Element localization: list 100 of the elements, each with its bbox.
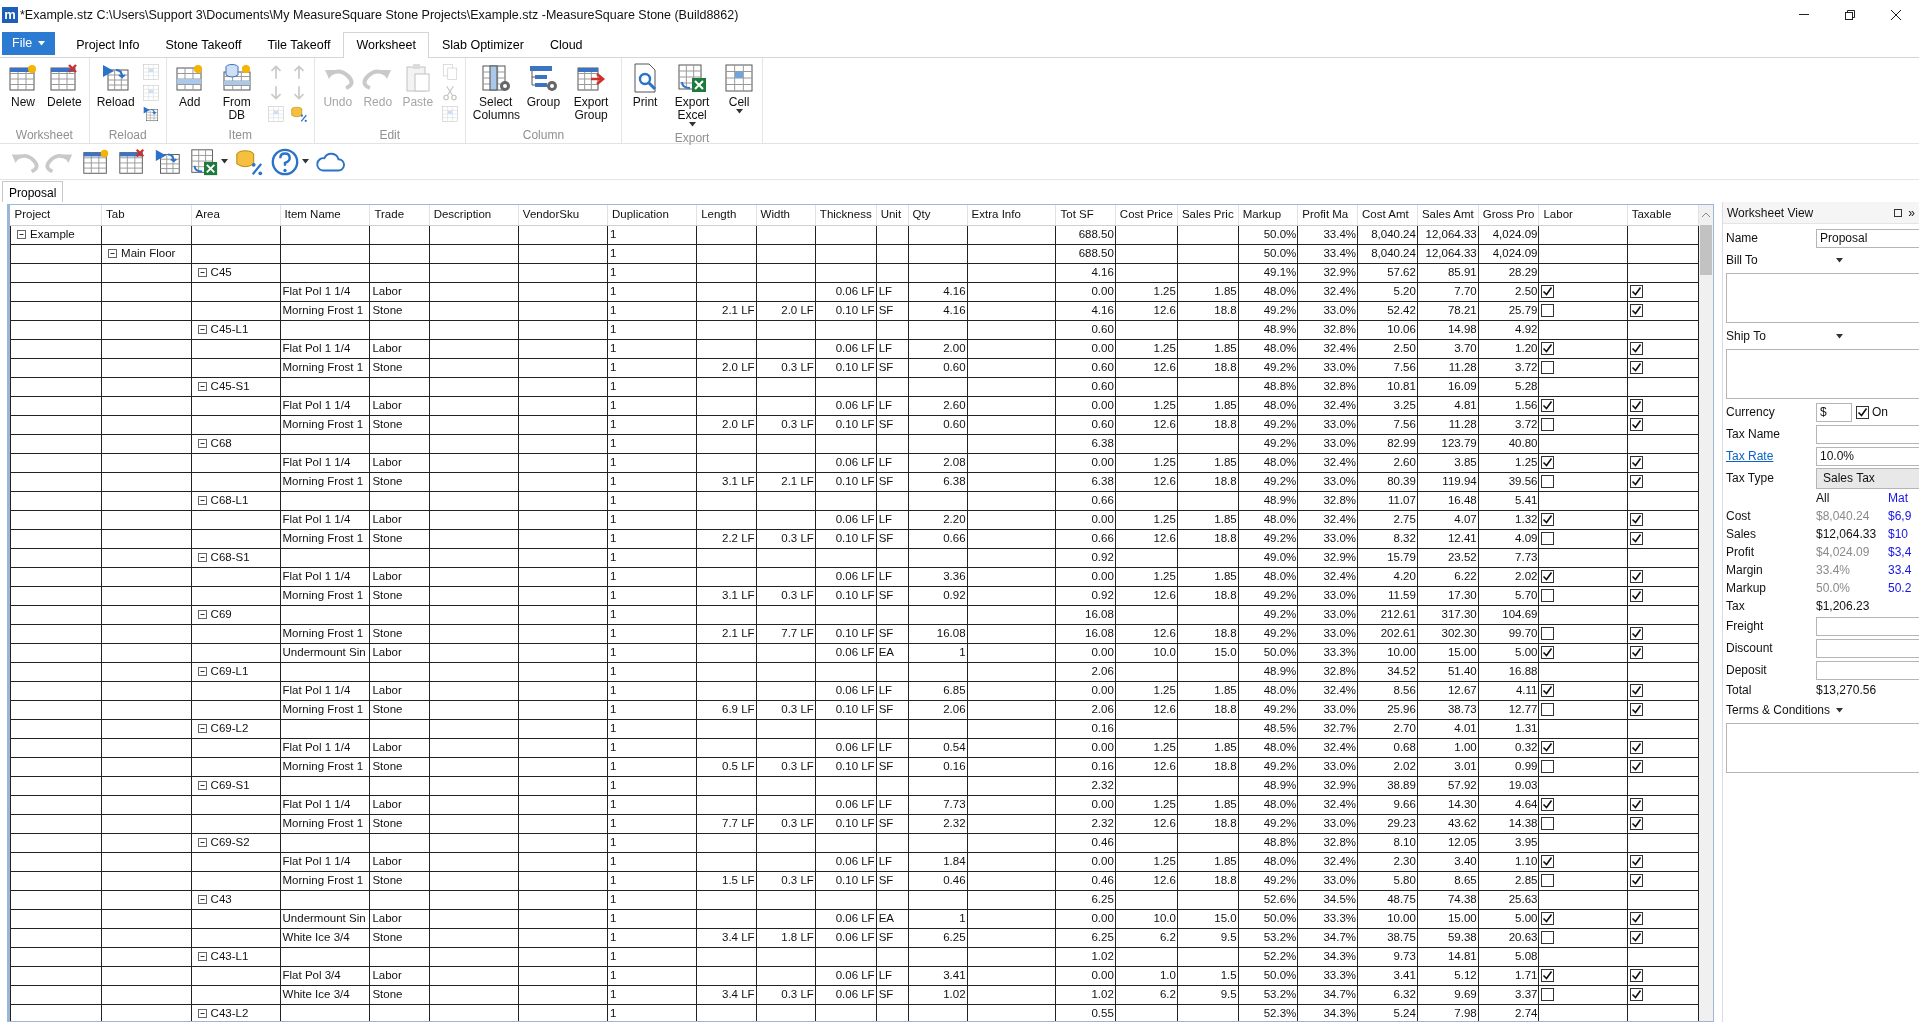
checkbox[interactable] bbox=[1541, 760, 1555, 774]
column-header[interactable]: Project bbox=[10, 205, 102, 225]
checkbox[interactable] bbox=[1629, 342, 1643, 356]
column-header[interactable]: Qty bbox=[908, 205, 968, 225]
checkbox[interactable] bbox=[1629, 399, 1643, 413]
checkbox[interactable] bbox=[1629, 513, 1643, 527]
collapse-icon[interactable] bbox=[197, 552, 207, 562]
ribbon-button[interactable]: Reload bbox=[93, 60, 138, 111]
ribbon-button[interactable]: Add bbox=[170, 60, 209, 111]
checkbox[interactable] bbox=[1541, 912, 1555, 926]
checkbox[interactable] bbox=[1629, 760, 1643, 774]
column-header[interactable]: Gross Pro bbox=[1478, 205, 1539, 225]
checkbox[interactable] bbox=[1541, 684, 1555, 698]
collapse-icon[interactable] bbox=[197, 780, 207, 790]
checkbox[interactable] bbox=[1629, 570, 1643, 584]
column-header[interactable]: Extra Info bbox=[967, 205, 1056, 225]
collapse-icon[interactable] bbox=[197, 951, 207, 961]
checkbox[interactable] bbox=[1629, 456, 1643, 470]
ribbon-tab[interactable]: Stone Takeoff bbox=[152, 32, 255, 58]
checkbox[interactable] bbox=[1629, 418, 1643, 432]
square-icon[interactable] bbox=[1894, 208, 1903, 217]
checkbox[interactable] bbox=[1629, 912, 1643, 926]
checkbox[interactable] bbox=[1629, 817, 1643, 831]
checkbox[interactable] bbox=[1629, 361, 1643, 375]
ribbon-button[interactable]: Delete bbox=[44, 60, 85, 111]
checkbox[interactable] bbox=[1541, 513, 1555, 527]
checkbox[interactable] bbox=[1629, 741, 1643, 755]
checkbox[interactable] bbox=[1629, 475, 1643, 489]
column-header[interactable]: Tab bbox=[101, 205, 192, 225]
input-field[interactable] bbox=[1816, 638, 1919, 658]
column-header[interactable]: Labor bbox=[1538, 205, 1628, 225]
input-field[interactable]: Proposal bbox=[1816, 228, 1919, 248]
checkbox[interactable] bbox=[1629, 304, 1643, 318]
hide-panel-button[interactable]: » bbox=[1908, 203, 1915, 222]
checkbox[interactable] bbox=[1541, 988, 1555, 1002]
column-header[interactable]: Description bbox=[429, 205, 519, 225]
checkbox[interactable] bbox=[1629, 684, 1643, 698]
checkbox[interactable] bbox=[1541, 342, 1555, 356]
collapse-icon[interactable] bbox=[197, 267, 207, 277]
input-field[interactable]: 10.0% bbox=[1816, 446, 1919, 466]
checkbox[interactable] bbox=[1541, 532, 1555, 546]
column-header[interactable]: Tot SF bbox=[1056, 205, 1116, 225]
checkbox[interactable] bbox=[1541, 570, 1555, 584]
checkbox[interactable] bbox=[1629, 855, 1643, 869]
checkbox[interactable] bbox=[1541, 627, 1555, 641]
checkbox[interactable] bbox=[1629, 798, 1643, 812]
collapse-icon[interactable] bbox=[108, 248, 118, 258]
column-header[interactable]: Sales Amt bbox=[1417, 205, 1479, 225]
file-menu-button[interactable]: File bbox=[2, 32, 56, 55]
checkbox[interactable] bbox=[1541, 285, 1555, 299]
input-field[interactable] bbox=[1816, 424, 1919, 444]
checkbox[interactable] bbox=[1541, 304, 1555, 318]
collapse-icon[interactable] bbox=[197, 438, 207, 448]
ribbon-button[interactable]: Select Columns bbox=[469, 60, 522, 124]
collapse-icon[interactable] bbox=[197, 1008, 207, 1018]
column-header[interactable]: Cost Price bbox=[1115, 205, 1178, 225]
ribbon-tab[interactable]: Worksheet bbox=[343, 32, 429, 58]
column-header[interactable]: Sales Pric bbox=[1177, 205, 1239, 225]
checkbox[interactable] bbox=[1629, 627, 1643, 641]
checkbox[interactable] bbox=[1541, 874, 1555, 888]
checkbox[interactable] bbox=[1629, 969, 1643, 983]
close-icon[interactable] bbox=[1891, 10, 1901, 20]
checkbox[interactable] bbox=[1629, 988, 1643, 1002]
ribbon-tab[interactable]: Cloud bbox=[536, 32, 596, 58]
currency-dropdown[interactable]: $ bbox=[1816, 402, 1852, 422]
collapse-icon[interactable] bbox=[197, 666, 207, 676]
collapse-icon[interactable] bbox=[197, 894, 207, 904]
ribbon-button[interactable]: Export Excel bbox=[666, 60, 719, 129]
checkbox[interactable] bbox=[1629, 931, 1643, 945]
checkbox[interactable] bbox=[1629, 532, 1643, 546]
collapse-icon[interactable] bbox=[197, 837, 207, 847]
checkbox[interactable] bbox=[1629, 589, 1643, 603]
column-header[interactable]: Unit bbox=[876, 205, 909, 225]
checkbox[interactable] bbox=[1541, 475, 1555, 489]
checkbox[interactable] bbox=[1541, 817, 1555, 831]
column-header[interactable]: Width bbox=[756, 205, 816, 225]
restore-icon[interactable] bbox=[1845, 10, 1855, 20]
column-header[interactable]: Trade bbox=[369, 205, 430, 225]
collapse-icon[interactable] bbox=[197, 495, 207, 505]
checkbox[interactable] bbox=[1541, 798, 1555, 812]
checkbox[interactable] bbox=[1541, 399, 1555, 413]
collapse-icon[interactable] bbox=[197, 381, 207, 391]
ribbon-button[interactable]: From DB bbox=[210, 60, 263, 124]
column-header[interactable]: Thickness bbox=[815, 205, 877, 225]
input-field[interactable] bbox=[1816, 660, 1919, 680]
input-field[interactable] bbox=[1816, 616, 1919, 636]
column-header[interactable]: Markup bbox=[1238, 205, 1298, 225]
checkbox[interactable] bbox=[1541, 703, 1555, 717]
column-header[interactable]: Area bbox=[191, 205, 281, 225]
collapse-icon[interactable] bbox=[197, 609, 207, 619]
ribbon-button[interactable]: Cell bbox=[720, 60, 759, 116]
checkbox[interactable] bbox=[1629, 874, 1643, 888]
ribbon-button[interactable]: Print bbox=[626, 60, 665, 111]
checkbox[interactable] bbox=[1541, 361, 1555, 375]
tax-rate-link[interactable]: Tax Rate bbox=[1726, 449, 1774, 463]
checkbox[interactable] bbox=[1541, 456, 1555, 470]
ribbon-button[interactable]: Export Group bbox=[565, 60, 618, 124]
checkbox[interactable] bbox=[1629, 285, 1643, 299]
column-header[interactable]: Cost Amt bbox=[1357, 205, 1418, 225]
tax-type-dropdown[interactable]: Sales Tax bbox=[1816, 467, 1919, 489]
